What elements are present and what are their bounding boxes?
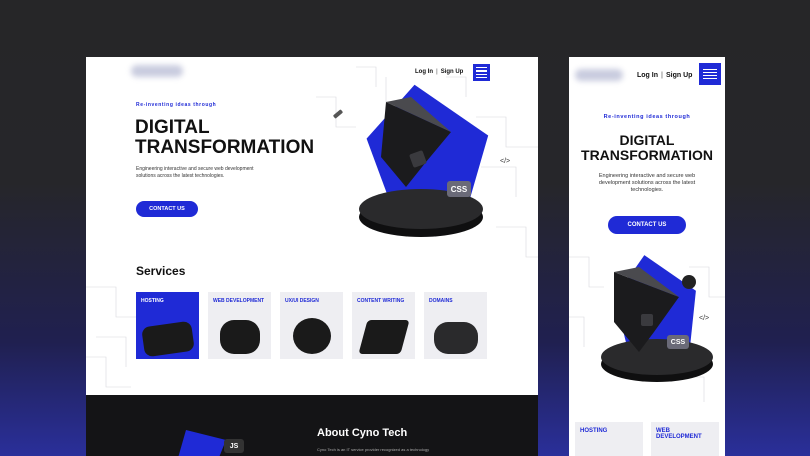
service-card-content-writing[interactable]: CONTENT WRITING <box>352 292 415 359</box>
css-badge: CSS <box>447 181 471 197</box>
service-card-hosting[interactable]: HOSTING <box>575 422 643 456</box>
hero-subtitle: Engineering interactive and secure web d… <box>136 166 254 179</box>
about-text: Cyno Tech is an IT service provider reco… <box>317 447 430 452</box>
login-link[interactable]: Log In <box>637 72 658 79</box>
code-icon: </> <box>500 158 511 165</box>
service-label: CONTENT WRITING <box>357 298 405 304</box>
service-card-web-development[interactable]: WEB DEVELOPMENT <box>651 422 719 456</box>
signup-link[interactable]: Sign Up <box>666 72 692 79</box>
service-label: WEB DEVELOPMENT <box>656 428 702 440</box>
hero-title-line2: TRANSFORMATION <box>581 146 713 163</box>
css-badge: CSS <box>667 335 689 349</box>
web-development-object <box>219 320 260 354</box>
hero-title-line1: DIGITAL <box>619 132 675 148</box>
hero-title: DIGITAL TRANSFORMATION <box>569 133 725 162</box>
contact-us-button[interactable]: CONTACT US <box>608 216 686 234</box>
hero-title-line1: DIGITAL <box>135 117 210 138</box>
service-card-ux-ui-design[interactable]: UX/UI DESIGN <box>280 292 343 359</box>
hosting-object <box>140 320 195 358</box>
service-label: WEB DEVELOPMENT <box>213 298 265 304</box>
ux-ui-design-object <box>292 318 331 354</box>
contact-us-button[interactable]: CONTACT US <box>136 201 198 217</box>
hero-tagline: Re-inventing ideas through <box>136 102 217 108</box>
hero-illustration <box>333 84 489 237</box>
nav-auth: Log In | Sign Up <box>637 72 693 79</box>
hero-subtitle: Engineering interactive and secure web d… <box>598 173 696 194</box>
domains-object <box>433 322 478 354</box>
js-badge: JS <box>224 439 244 453</box>
hero-title: DIGITAL TRANSFORMATION <box>135 118 314 158</box>
logo[interactable] <box>131 65 183 77</box>
hero-title-line2: TRANSFORMATION <box>135 136 315 158</box>
about-title: About Cyno Tech <box>317 427 408 439</box>
service-label: DOMAINS <box>429 298 453 304</box>
mobile-mockup: Log In | Sign Up Re-inventing ideas throug… <box>569 57 725 456</box>
nav-auth: Log In | Sign Up <box>415 69 464 75</box>
service-label: HOSTING <box>580 428 608 434</box>
about-section: JS About Cyno Tech Cyno Tech is an IT se… <box>86 395 538 456</box>
service-card-hosting[interactable]: HOSTING <box>136 292 199 359</box>
service-card-domains[interactable]: DOMAINS <box>424 292 487 359</box>
service-label: UX/UI DESIGN <box>285 298 319 304</box>
code-icon: </> <box>699 315 710 322</box>
services-title: Services <box>136 264 186 278</box>
signup-link[interactable]: Sign Up <box>441 69 464 75</box>
service-label: HOSTING <box>141 298 164 304</box>
login-link[interactable]: Log In <box>415 69 433 75</box>
logo[interactable] <box>575 69 623 81</box>
desktop-mockup: Log In | Sign Up Re-inventing ideas throug… <box>86 57 538 456</box>
menu-button[interactable] <box>699 63 721 85</box>
hero-illustration <box>601 255 713 382</box>
hero-tagline: Re-inventing ideas through <box>603 114 691 120</box>
content-writing-object <box>357 320 410 354</box>
service-card-web-development[interactable]: WEB DEVELOPMENT <box>208 292 271 359</box>
